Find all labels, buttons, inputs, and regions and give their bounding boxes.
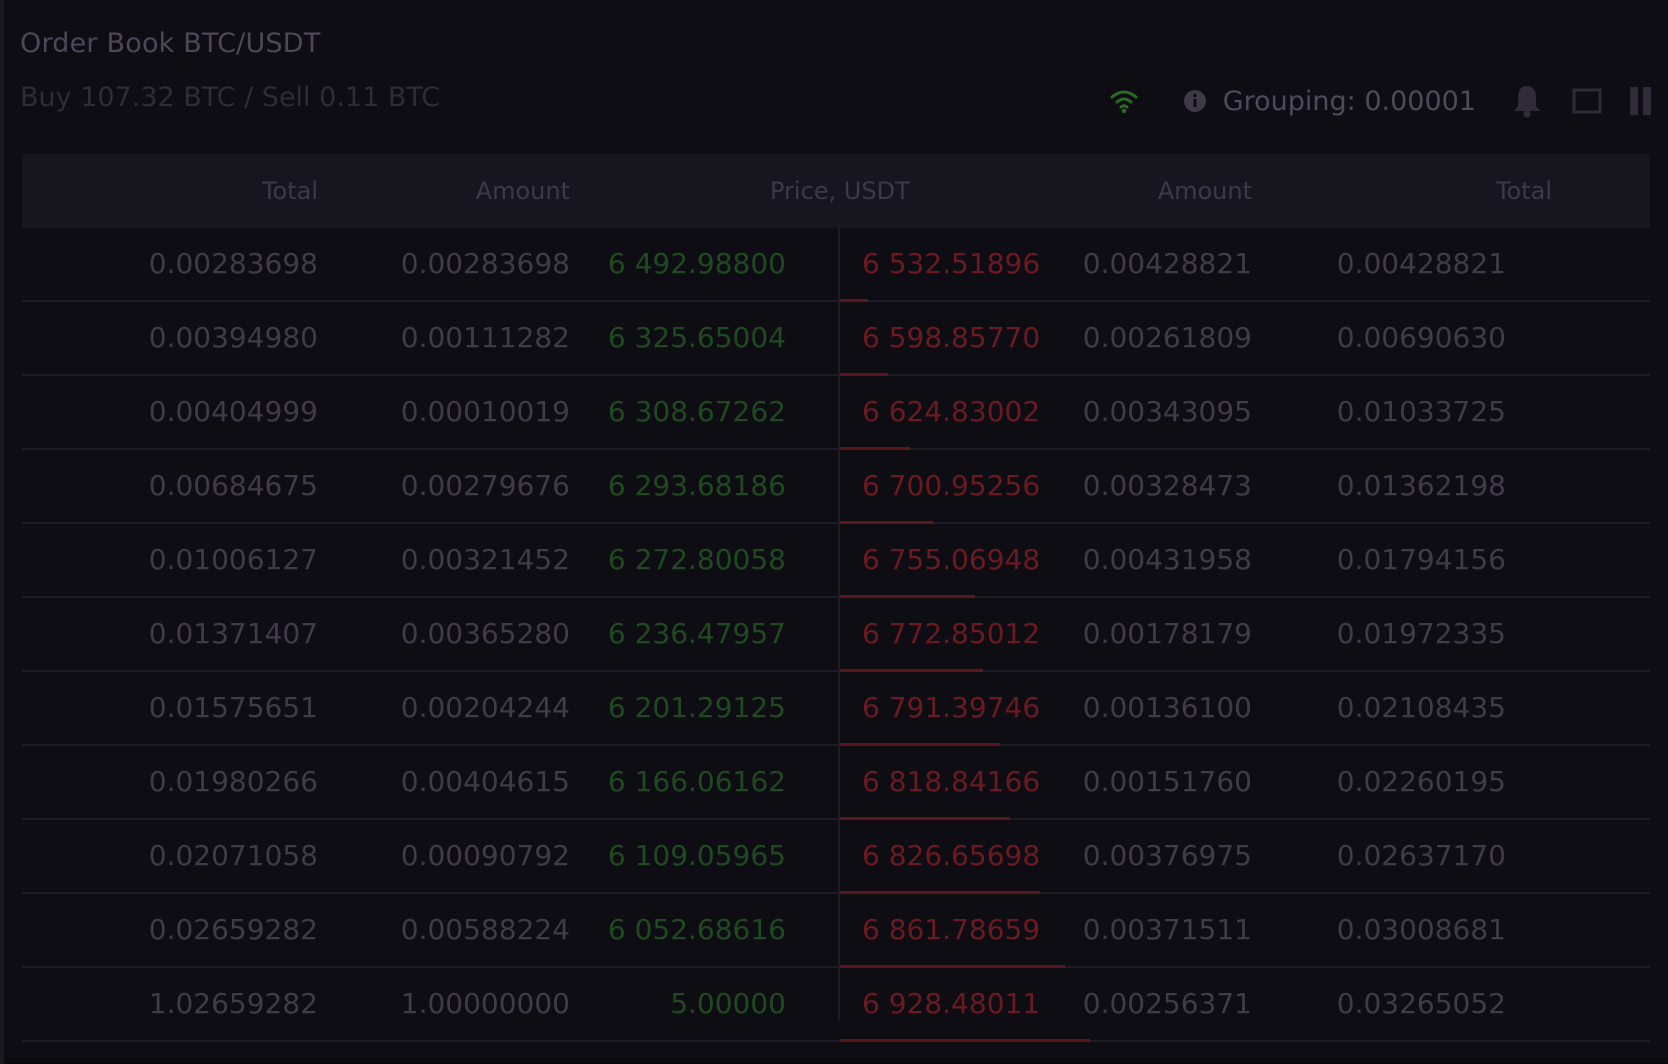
bid-total-cell: 0.00404999 (148, 395, 318, 428)
bid-total-cell: 0.01371407 (148, 617, 318, 650)
ask-price-cell: 6 598.85770 (862, 321, 1041, 354)
order-book-panel: Order Book BTC/USDT Buy 107.32 BTC / Sel… (4, 0, 1668, 1058)
ask-total-cell: 0.02637170 (1336, 839, 1506, 872)
ask-price-cell: 6 791.39746 (862, 691, 1041, 724)
bid-price-cell: 6 492.98800 (607, 247, 786, 280)
bid-amount-cell: 0.00588224 (400, 913, 570, 946)
bid-amount-cell: 0.00090792 (400, 839, 570, 872)
bid-amount-cell: 1.00000000 (400, 987, 570, 1020)
table-body: 0.00283698 0.00283698 6 492.98800 6 532.518… (22, 228, 1650, 1042)
bid-total-cell: 0.01575651 (148, 691, 318, 724)
info-icon[interactable] (1183, 89, 1207, 113)
bid-total-cell: 0.00394980 (148, 321, 318, 354)
bid-amount-cell: 0.00365280 (400, 617, 570, 650)
ask-price-cell: 6 755.06948 (862, 543, 1041, 576)
ask-total-cell: 0.01972335 (1336, 617, 1506, 650)
table-row[interactable]: 1.02659282 1.00000000 5.00000 6 928.48011 0.… (22, 968, 1650, 1042)
ask-total-cell: 0.00428821 (1336, 247, 1506, 280)
toolbar: Grouping: 0.00001 (1109, 78, 1654, 124)
bid-price-cell: 5.00000 (670, 987, 786, 1020)
ask-price-cell: 6 826.65698 (862, 839, 1041, 872)
ask-total-cell: 0.01033725 (1336, 395, 1506, 428)
table-row[interactable]: 0.00684675 0.00279676 6 293.68186 6 700.952… (22, 450, 1650, 524)
ask-amount-cell: 0.00261809 (1082, 321, 1252, 354)
ask-depth-bar (840, 1039, 1090, 1042)
bid-price-cell: 6 052.68616 (607, 913, 786, 946)
bid-amount-cell: 0.00279676 (400, 469, 570, 502)
bid-amount-cell: 0.00204244 (400, 691, 570, 724)
bid-total-cell: 0.01006127 (148, 543, 318, 576)
ask-amount-cell: 0.00151760 (1082, 765, 1252, 798)
ask-amount-cell: 0.00136100 (1082, 691, 1252, 724)
table-row[interactable]: 0.01575651 0.00204244 6 201.29125 6 791.397… (22, 672, 1650, 746)
header-ask-amount: Amount (1157, 177, 1252, 205)
ask-price-cell: 6 818.84166 (862, 765, 1041, 798)
table-header: Total Amount Price, USDT Amount Total (22, 154, 1650, 228)
ask-price-cell: 6 928.48011 (862, 987, 1041, 1020)
header-bid-amount: Amount (475, 177, 570, 205)
ask-amount-cell: 0.00376975 (1082, 839, 1252, 872)
bid-price-cell: 6 166.06162 (607, 765, 786, 798)
ask-price-cell: 6 532.51896 (862, 247, 1041, 280)
table-row[interactable]: 0.01371407 0.00365280 6 236.47957 6 772.850… (22, 598, 1650, 672)
ask-amount-cell: 0.00428821 (1082, 247, 1252, 280)
header-bid-total: Total (261, 177, 318, 205)
bid-price-cell: 6 325.65004 (607, 321, 786, 354)
header-price: Price, USDT (770, 177, 910, 205)
ask-total-cell: 0.01362198 (1336, 469, 1506, 502)
bid-total-cell: 1.02659282 (148, 987, 318, 1020)
table-row[interactable]: 0.02659282 0.00588224 6 052.68616 6 861.786… (22, 894, 1650, 968)
panel-title: Order Book BTC/USDT (20, 28, 321, 59)
pause-icon[interactable] (1628, 85, 1654, 117)
bid-total-cell: 0.02659282 (148, 913, 318, 946)
ask-amount-cell: 0.00371511 (1082, 913, 1252, 946)
bid-price-cell: 6 201.29125 (607, 691, 786, 724)
ask-price-cell: 6 772.85012 (862, 617, 1041, 650)
ask-total-cell: 0.00690630 (1336, 321, 1506, 354)
ask-total-cell: 0.02260195 (1336, 765, 1506, 798)
ask-price-cell: 6 861.78659 (862, 913, 1041, 946)
table-row[interactable]: 0.00404999 0.00010019 6 308.67262 6 624.830… (22, 376, 1650, 450)
ask-amount-cell: 0.00343095 (1082, 395, 1252, 428)
bid-price-cell: 6 236.47957 (607, 617, 786, 650)
bid-amount-cell: 0.00010019 (400, 395, 570, 428)
bid-amount-cell: 0.00111282 (400, 321, 570, 354)
bid-total-cell: 0.00684675 (148, 469, 318, 502)
wifi-icon (1109, 87, 1139, 115)
table-row[interactable]: 0.01006127 0.00321452 6 272.80058 6 755.069… (22, 524, 1650, 598)
bid-amount-cell: 0.00404615 (400, 765, 570, 798)
table-row[interactable]: 0.02071058 0.00090792 6 109.05965 6 826.656… (22, 820, 1650, 894)
header-ask-total: Total (1495, 177, 1552, 205)
ask-total-cell: 0.02108435 (1336, 691, 1506, 724)
bid-price-cell: 6 109.05965 (607, 839, 786, 872)
ask-amount-cell: 0.00431958 (1082, 543, 1252, 576)
bid-total-cell: 0.01980266 (148, 765, 318, 798)
ask-total-cell: 0.03265052 (1336, 987, 1506, 1020)
bid-amount-cell: 0.00321452 (400, 543, 570, 576)
bid-price-cell: 6 293.68186 (607, 469, 786, 502)
table-row[interactable]: 0.00394980 0.00111282 6 325.65004 6 598.857… (22, 302, 1650, 376)
ask-amount-cell: 0.00256371 (1082, 987, 1252, 1020)
bid-total-cell: 0.00283698 (148, 247, 318, 280)
ask-price-cell: 6 700.95256 (862, 469, 1041, 502)
grouping-selector[interactable]: Grouping: 0.00001 (1223, 86, 1476, 117)
ask-amount-cell: 0.00178179 (1082, 617, 1252, 650)
table-row[interactable]: 0.01980266 0.00404615 6 166.06162 6 818.841… (22, 746, 1650, 820)
bid-amount-cell: 0.00283698 (400, 247, 570, 280)
bid-ask-divider (838, 228, 840, 1020)
volume-summary: Buy 107.32 BTC / Sell 0.11 BTC (20, 82, 441, 113)
order-book-table: Total Amount Price, USDT Amount Total 0.… (22, 154, 1650, 1042)
ask-price-cell: 6 624.83002 (862, 395, 1041, 428)
table-row[interactable]: 0.00283698 0.00283698 6 492.98800 6 532.518… (22, 228, 1650, 302)
ask-total-cell: 0.01794156 (1336, 543, 1506, 576)
window-icon[interactable] (1572, 87, 1602, 115)
bid-price-cell: 6 308.67262 (607, 395, 786, 428)
bid-price-cell: 6 272.80058 (607, 543, 786, 576)
bid-total-cell: 0.02071058 (148, 839, 318, 872)
ask-amount-cell: 0.00328473 (1082, 469, 1252, 502)
bell-icon[interactable] (1512, 84, 1542, 118)
ask-total-cell: 0.03008681 (1336, 913, 1506, 946)
